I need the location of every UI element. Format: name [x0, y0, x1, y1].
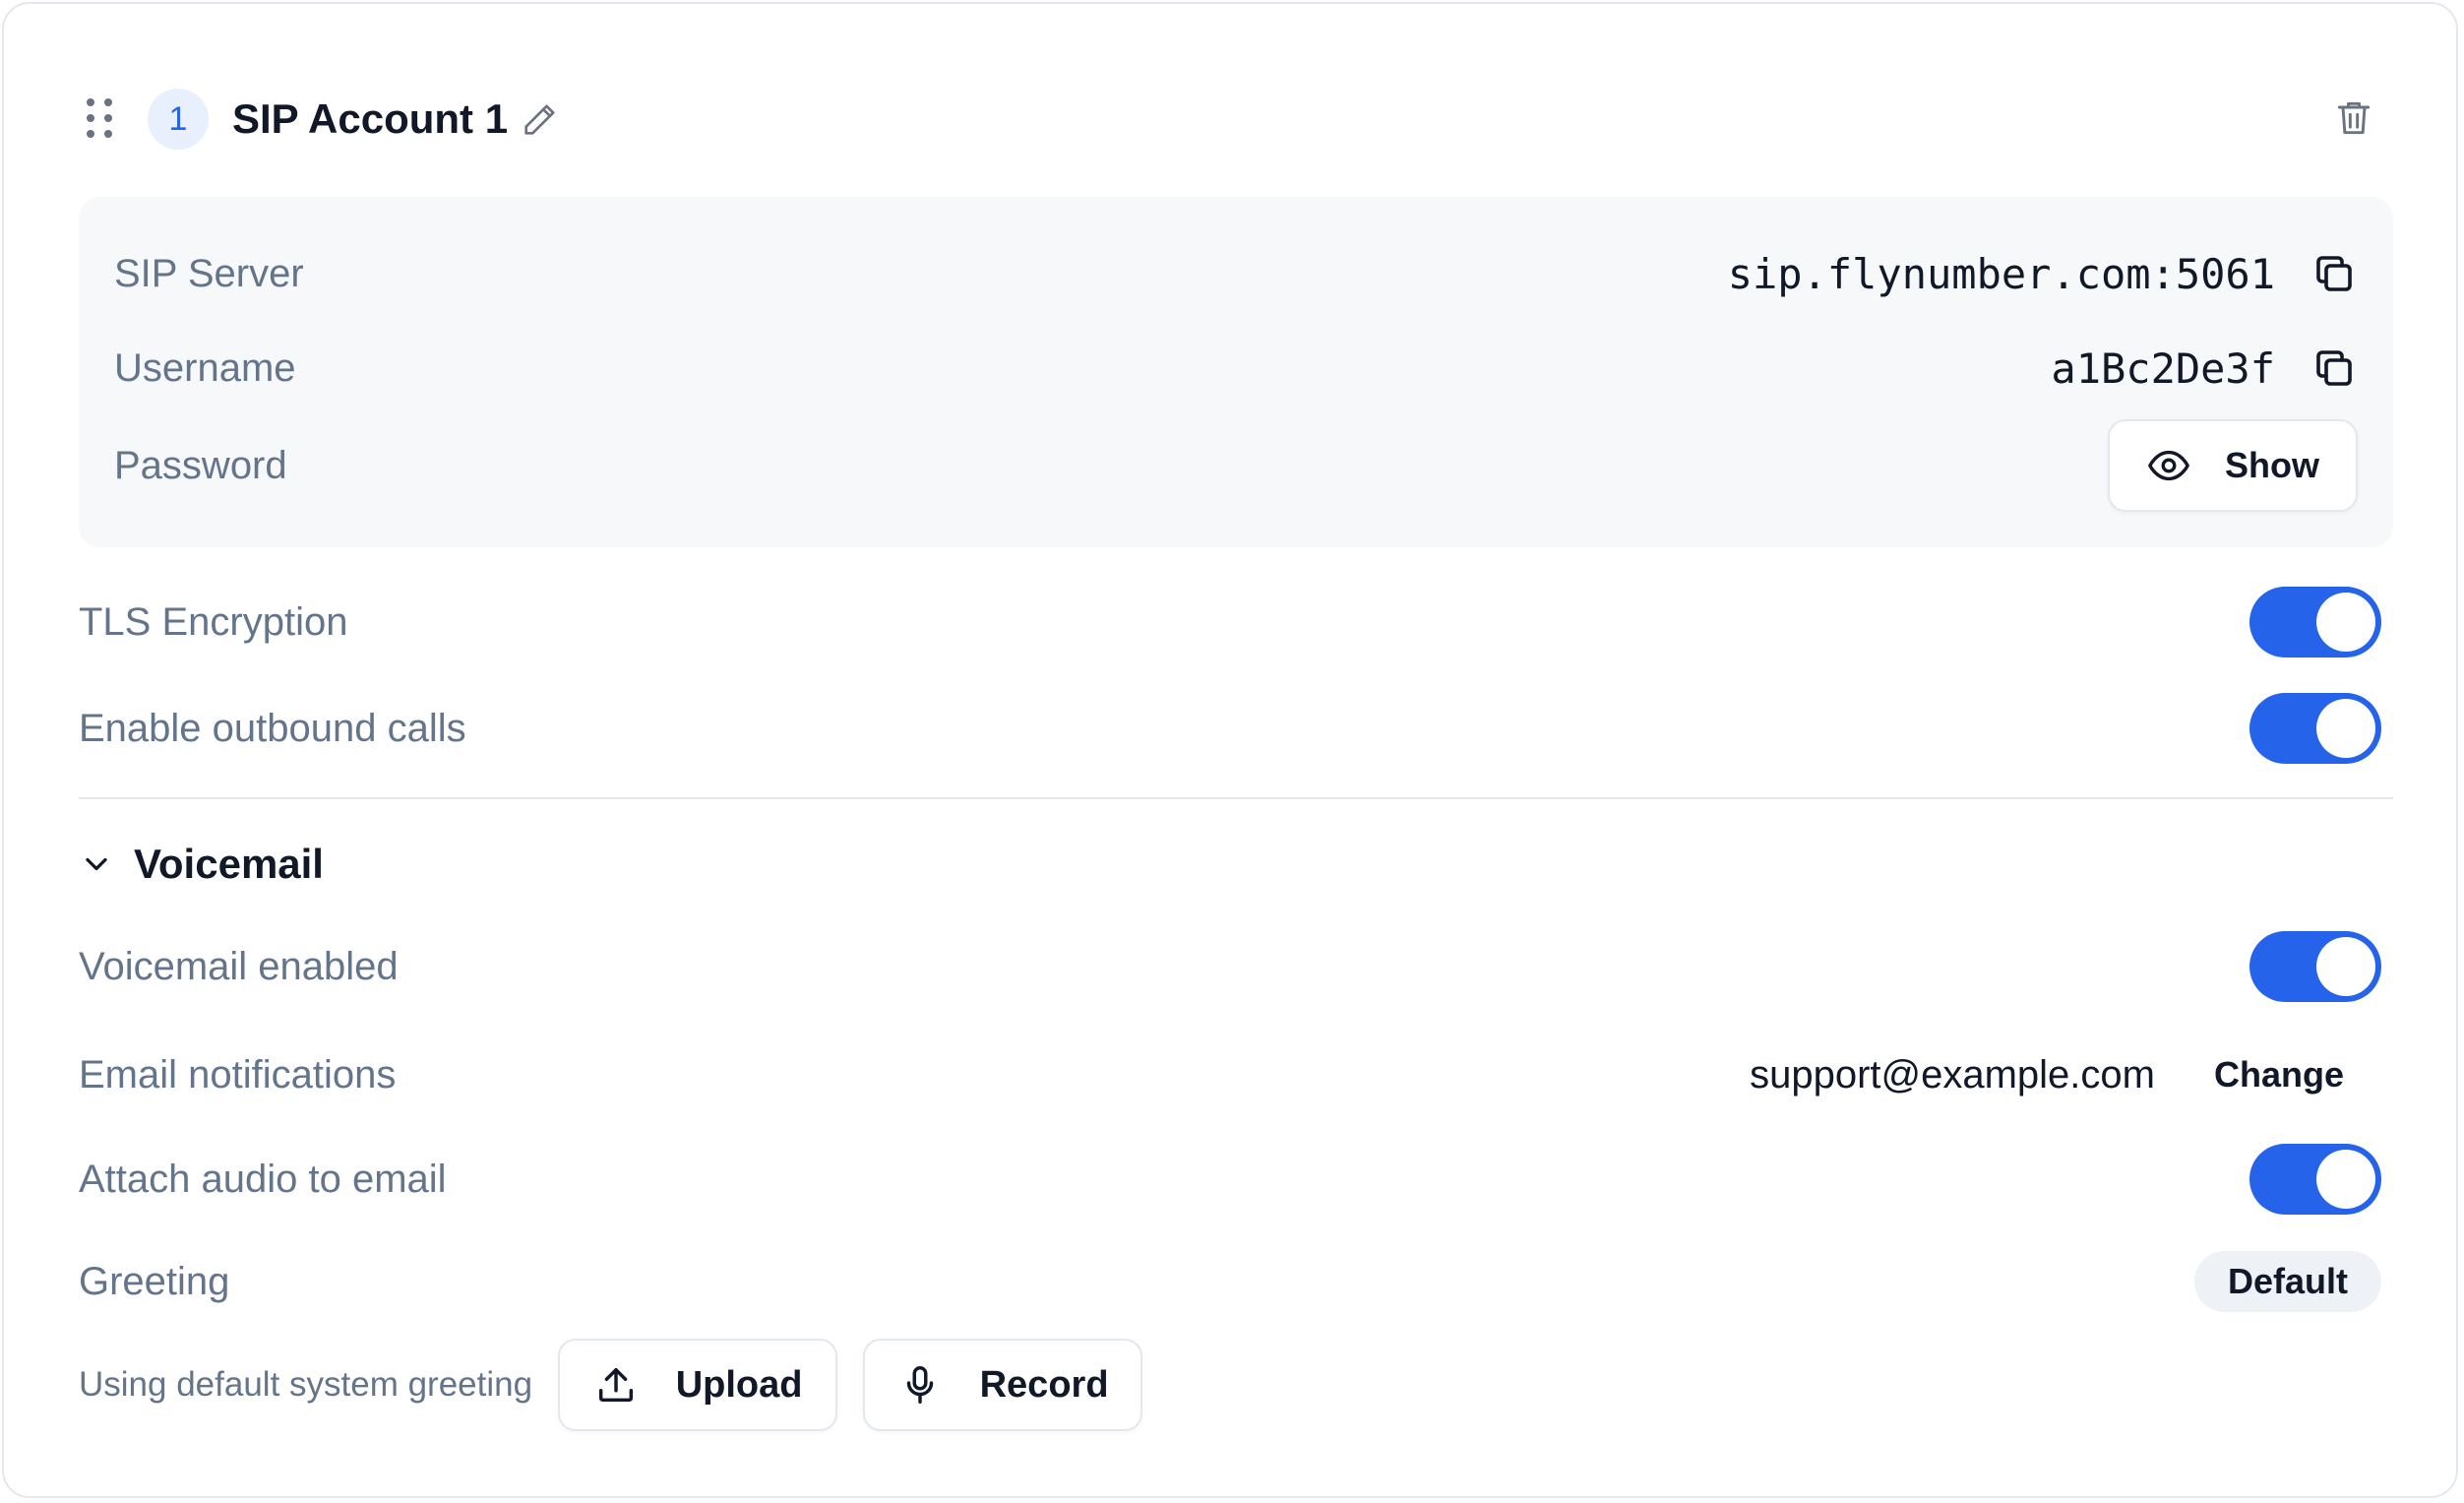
divider [79, 797, 2393, 799]
record-button[interactable]: Record [863, 1339, 1143, 1431]
copy-icon[interactable] [2310, 344, 2358, 392]
sip-account-card: 1 SIP Account 1 SIP Server sip.flynumber… [2, 2, 2458, 1498]
voicemail-section-toggle[interactable]: Voicemail [79, 841, 324, 888]
attach-audio-row: Attach audio to email [79, 1142, 2381, 1217]
upload-label: Upload [675, 1363, 803, 1406]
sip-server-label: SIP Server [114, 251, 304, 295]
eye-icon [2148, 450, 2189, 481]
attach-audio-toggle[interactable] [2249, 1144, 2381, 1215]
pencil-icon[interactable] [520, 100, 559, 140]
tls-row: TLS Encryption [79, 585, 2381, 659]
microphone-icon [906, 1366, 933, 1404]
email-value: support@example.com [1750, 1052, 2155, 1096]
email-notifications-label: Email notifications [79, 1052, 397, 1096]
sip-server-row: SIP Server sip.flynumber.com:5061 [114, 244, 2358, 303]
greeting-status-badge: Default [2193, 1251, 2381, 1312]
outbound-toggle[interactable] [2249, 693, 2381, 764]
voicemail-enabled-toggle[interactable] [2249, 931, 2381, 1002]
account-index-badge: 1 [148, 89, 209, 150]
voicemail-section-title: Voicemail [134, 841, 324, 887]
greeting-actions: Using default system greeting Upload Rec… [79, 1339, 1143, 1431]
show-password-label: Show [2225, 445, 2319, 485]
upload-button[interactable]: Upload [558, 1339, 838, 1431]
change-email-button[interactable]: Change [2214, 1054, 2344, 1096]
sip-server-value: sip.flynumber.com:5061 [1727, 249, 2275, 298]
username-row: Username a1Bc2De3f [114, 339, 2358, 398]
drag-handle-icon[interactable] [87, 98, 112, 138]
copy-icon[interactable] [2310, 250, 2358, 297]
show-password-button[interactable]: Show [2108, 419, 2358, 512]
account-title: SIP Account 1 [232, 95, 509, 142]
greeting-note: Using default system greeting [79, 1365, 533, 1404]
outbound-label: Enable outbound calls [79, 706, 466, 750]
greeting-label: Greeting [79, 1259, 230, 1303]
tls-toggle[interactable] [2249, 587, 2381, 658]
attach-audio-label: Attach audio to email [79, 1157, 447, 1201]
voicemail-enabled-label: Voicemail enabled [79, 944, 399, 988]
trash-icon[interactable] [2332, 96, 2375, 140]
outbound-row: Enable outbound calls [79, 691, 2381, 766]
email-notifications-row: Email notifications support@example.com … [79, 1045, 2381, 1104]
record-label: Record [979, 1363, 1109, 1406]
username-value: a1Bc2De3f [2051, 344, 2275, 393]
voicemail-enabled-row: Voicemail enabled [79, 929, 2381, 1004]
username-label: Username [114, 345, 296, 390]
upload-icon [598, 1367, 633, 1403]
tls-label: TLS Encryption [79, 599, 348, 644]
password-label: Password [114, 443, 287, 487]
chevron-down-icon [86, 857, 107, 871]
greeting-row: Greeting Default [79, 1250, 2381, 1313]
password-row: Password Show [114, 419, 2358, 512]
credentials-panel: SIP Server sip.flynumber.com:5061 Userna… [79, 197, 2393, 547]
